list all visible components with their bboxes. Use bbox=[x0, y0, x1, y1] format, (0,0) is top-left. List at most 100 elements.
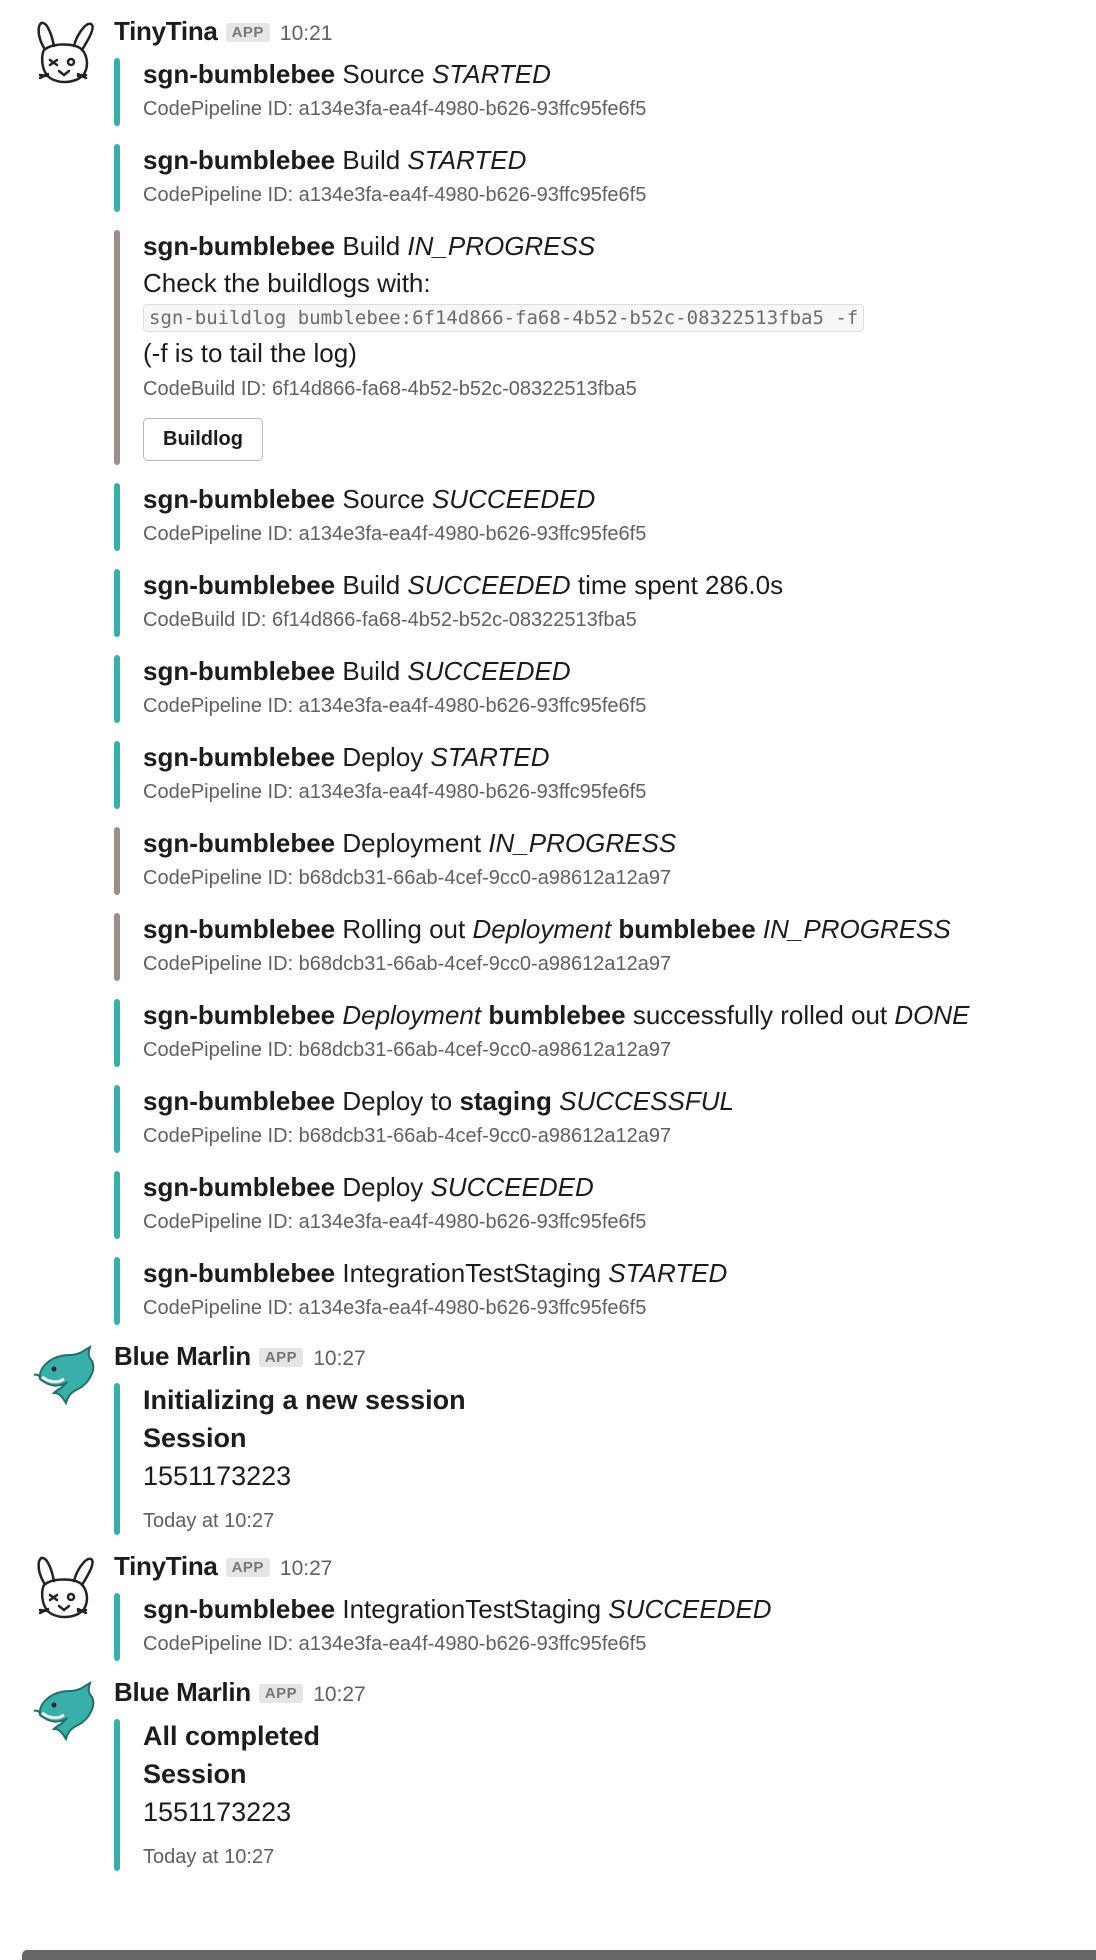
attachment-footer: CodePipeline ID: a134e3fa-ea4f-4980-b626… bbox=[143, 781, 647, 803]
title-segment: Deploy to bbox=[335, 1086, 460, 1116]
attachment-color-bar bbox=[114, 1085, 120, 1153]
title-segment: sgn-bumblebee bbox=[143, 828, 336, 858]
title-segment: SUCCEEDED bbox=[430, 1172, 594, 1202]
attachment-text: (-f is to tail the log) bbox=[143, 338, 357, 368]
attachment-title: sgn-bumblebee Deployment IN_PROGRESS bbox=[143, 825, 1076, 861]
attachment-footer: CodePipeline ID: a134e3fa-ea4f-4980-b626… bbox=[143, 184, 647, 206]
attachment: sgn-bumblebee IntegrationTestStaging SUC… bbox=[114, 1591, 1076, 1661]
scrollbar[interactable] bbox=[22, 1950, 1096, 1960]
dolphin-avatar-icon[interactable] bbox=[30, 1343, 98, 1411]
title-segment: STARTED bbox=[608, 1258, 728, 1288]
attachment: sgn-bumblebee IntegrationTestStaging STA… bbox=[114, 1255, 1076, 1325]
title-segment: sgn-bumblebee bbox=[143, 484, 336, 514]
attachment-footer: CodePipeline ID: b68dcb31-66ab-4cef-9cc0… bbox=[143, 953, 672, 975]
attachment-color-bar bbox=[114, 1719, 120, 1871]
attachment-title: sgn-bumblebee Build IN_PROGRESS bbox=[143, 228, 1076, 264]
title-segment: sgn-bumblebee bbox=[143, 145, 336, 175]
attachment: sgn-bumblebee Deploy STARTED CodePipeline… bbox=[114, 739, 1076, 809]
message-time[interactable]: 10:27 bbox=[313, 1683, 366, 1707]
sender-name[interactable]: TinyTina bbox=[114, 16, 218, 47]
attachment-color-bar bbox=[114, 1593, 120, 1661]
attachment-footer: CodePipeline ID: b68dcb31-66ab-4cef-9cc0… bbox=[143, 1125, 672, 1147]
attachment-footer: CodePipeline ID: b68dcb31-66ab-4cef-9cc0… bbox=[143, 1039, 672, 1061]
buildlog-button[interactable]: Buildlog bbox=[143, 418, 263, 461]
sender-name[interactable]: Blue Marlin bbox=[114, 1677, 251, 1708]
message-time[interactable]: 10:27 bbox=[280, 1557, 333, 1581]
attachment-color-bar bbox=[114, 827, 120, 895]
title-segment: Source bbox=[335, 59, 432, 89]
session-timestamp[interactable]: Today at 10:27 bbox=[143, 1507, 1076, 1535]
attachment-color-bar bbox=[114, 1383, 120, 1535]
attachment: sgn-bumblebee Deploy SUCCEEDED CodePipeli… bbox=[114, 1169, 1076, 1239]
attachment-title: sgn-bumblebee Rolling out Deployment bum… bbox=[143, 911, 1076, 947]
title-segment: SUCCEEDED bbox=[407, 570, 571, 600]
attachment-title: sgn-bumblebee Deploy to staging SUCCESSF… bbox=[143, 1083, 1076, 1119]
attachment-title: sgn-bumblebee Build SUCCEEDED time spent… bbox=[143, 567, 1076, 603]
title-segment: sgn-bumblebee bbox=[143, 914, 336, 944]
title-segment: Build bbox=[335, 231, 408, 261]
app-badge: APP bbox=[225, 1558, 270, 1577]
app-badge: APP bbox=[258, 1684, 304, 1703]
title-segment: sgn-bumblebee bbox=[143, 59, 336, 89]
attachment-footer: CodePipeline ID: a134e3fa-ea4f-4980-b626… bbox=[143, 98, 647, 120]
attachment-color-bar bbox=[114, 58, 120, 126]
session-attachment: All completed Session 1551173223 Today at 1… bbox=[114, 1717, 1076, 1871]
attachment: sgn-bumblebee Deployment bumblebee succe… bbox=[114, 997, 1076, 1067]
session-attachment: Initializing a new session Session 1551173… bbox=[114, 1381, 1076, 1535]
message-time[interactable]: 10:21 bbox=[280, 22, 333, 46]
attachment-title: sgn-bumblebee Deploy STARTED bbox=[143, 739, 1076, 775]
message-feed[interactable]: TinyTina APP 10:21 sgn-bumblebee Source STA… bbox=[0, 0, 1096, 1871]
session-timestamp[interactable]: Today at 10:27 bbox=[143, 1843, 1076, 1871]
title-segment: IntegrationTestStaging bbox=[335, 1258, 609, 1288]
attachment: sgn-bumblebee Rolling out Deployment bum… bbox=[114, 911, 1076, 981]
attachment-color-bar bbox=[114, 569, 120, 637]
title-segment: STARTED bbox=[431, 59, 551, 89]
message: Blue Marlin APP 10:27 Initializing a new se… bbox=[0, 1341, 1096, 1535]
attachment-footer: CodePipeline ID: a134e3fa-ea4f-4980-b626… bbox=[143, 1633, 647, 1655]
title-segment: bumblebee bbox=[618, 914, 756, 944]
session-label: Session bbox=[143, 1423, 247, 1453]
attachment-color-bar bbox=[114, 144, 120, 212]
message-time[interactable]: 10:27 bbox=[313, 1347, 366, 1371]
title-segment: DONE bbox=[894, 1000, 970, 1030]
attachment-title: sgn-bumblebee IntegrationTestStaging SUC… bbox=[143, 1591, 1076, 1627]
title-segment: Build bbox=[335, 570, 408, 600]
attachment: sgn-bumblebee Build SUCCEEDED time spent… bbox=[114, 567, 1076, 637]
app-badge: APP bbox=[225, 23, 270, 42]
title-segment: time spent 286.0s bbox=[570, 570, 784, 600]
rabbit-avatar-icon[interactable] bbox=[30, 18, 98, 86]
attachment-title: sgn-bumblebee Build STARTED bbox=[143, 142, 1076, 178]
attachment-title: sgn-bumblebee Source STARTED bbox=[143, 56, 1076, 92]
title-segment: staging bbox=[459, 1086, 552, 1116]
attachment-footer: CodeBuild ID: 6f14d866-fa68-4b52-b52c-08… bbox=[143, 378, 637, 400]
attachment-title: sgn-bumblebee Deploy SUCCEEDED bbox=[143, 1169, 1076, 1205]
attachment-footer: CodePipeline ID: a134e3fa-ea4f-4980-b626… bbox=[143, 1297, 647, 1319]
attachment-footer: CodePipeline ID: a134e3fa-ea4f-4980-b626… bbox=[143, 695, 647, 717]
sender-name[interactable]: TinyTina bbox=[114, 1551, 218, 1582]
title-segment: IN_PROGRESS bbox=[407, 231, 596, 261]
attachment-color-bar bbox=[114, 1257, 120, 1325]
session-heading: All completed bbox=[143, 1721, 321, 1751]
title-segment: IN_PROGRESS bbox=[762, 914, 951, 944]
code-block: sgn-buildlog bumblebee:6f14d866-fa68-4b5… bbox=[143, 302, 1076, 334]
title-segment: sgn-bumblebee bbox=[143, 1594, 336, 1624]
sender-name[interactable]: Blue Marlin bbox=[114, 1341, 251, 1372]
title-segment: sgn-bumblebee bbox=[143, 570, 336, 600]
attachment: sgn-bumblebee Deploy to staging SUCCESSF… bbox=[114, 1083, 1076, 1153]
dolphin-avatar-icon[interactable] bbox=[30, 1679, 98, 1747]
title-segment: sgn-bumblebee bbox=[143, 1172, 336, 1202]
session-heading: Initializing a new session bbox=[143, 1385, 466, 1415]
title-segment: sgn-bumblebee bbox=[143, 231, 336, 261]
app-badge: APP bbox=[258, 1348, 304, 1367]
title-segment: Build bbox=[335, 145, 408, 175]
attachment-color-bar bbox=[114, 741, 120, 809]
rabbit-avatar-icon[interactable] bbox=[30, 1553, 98, 1621]
attachment: sgn-bumblebee Deployment IN_PROGRESS Code… bbox=[114, 825, 1076, 895]
attachment-footer: CodePipeline ID: b68dcb31-66ab-4cef-9cc0… bbox=[143, 867, 672, 889]
title-segment: bumblebee bbox=[488, 1000, 626, 1030]
attachment-color-bar bbox=[114, 913, 120, 981]
title-segment: IN_PROGRESS bbox=[488, 828, 677, 858]
title-segment: sgn-bumblebee bbox=[143, 1086, 336, 1116]
attachment: sgn-bumblebee Build IN_PROGRESS Check the… bbox=[114, 228, 1076, 465]
title-segment: SUCCEEDED bbox=[608, 1594, 772, 1624]
